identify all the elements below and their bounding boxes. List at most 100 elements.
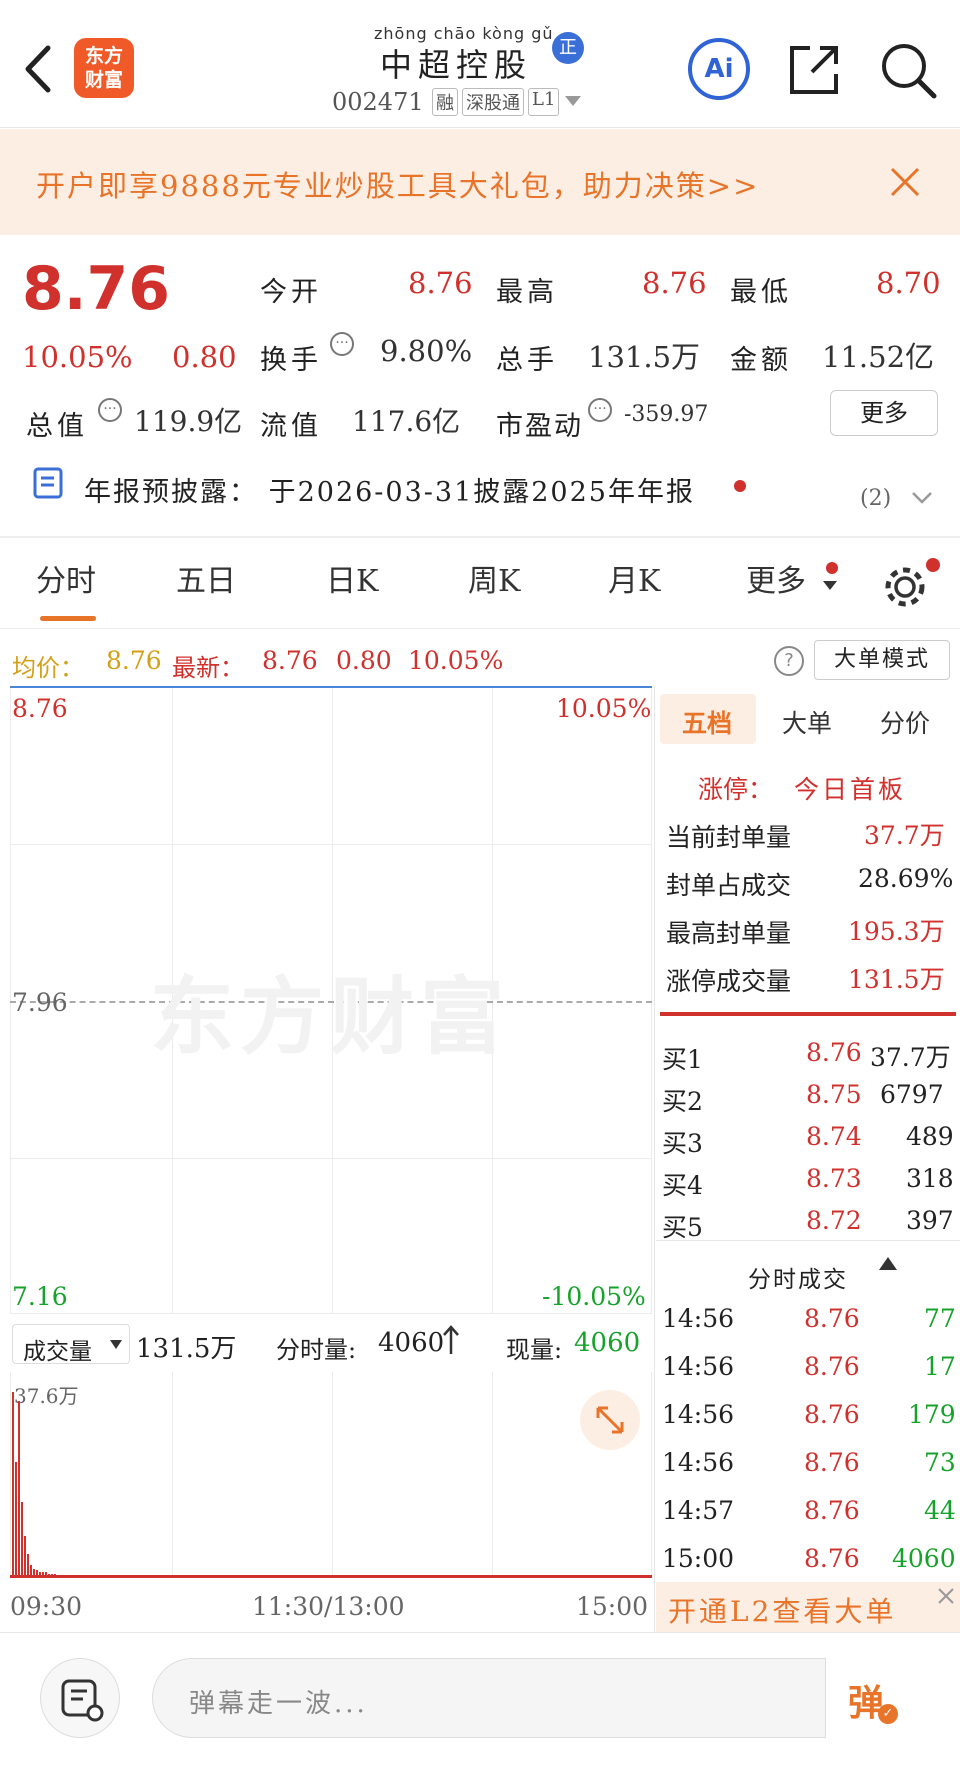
comment-list-button[interactable]	[40, 1658, 120, 1738]
bid-price: 8.76	[806, 1038, 862, 1067]
volume-bar	[12, 1392, 14, 1576]
tab-weekly-k[interactable]: 周K	[468, 556, 520, 600]
bid-label: 买3	[662, 1129, 703, 1158]
float-value: 117.6亿	[352, 405, 461, 438]
bid-volume: 318	[906, 1164, 954, 1193]
volume-total: 131.5万	[136, 1334, 237, 1364]
trade-price: 8.76	[804, 1352, 860, 1381]
tab-five-day[interactable]: 五日	[176, 556, 236, 600]
amount-label: 金额	[730, 345, 792, 376]
settings-gear-icon[interactable]	[880, 562, 930, 612]
trades-title[interactable]: 分时成交	[748, 1260, 848, 1294]
bid-price: 8.73	[806, 1164, 862, 1193]
bid-label: 买1	[662, 1045, 703, 1074]
caret-down-icon	[110, 1340, 122, 1349]
limit-up-value: 今日首板	[794, 775, 907, 804]
change-percent: 10.05%	[22, 340, 133, 374]
current-volume-value: 4060	[574, 1328, 641, 1358]
search-icon[interactable]	[878, 40, 938, 100]
open-value: 8.76	[408, 266, 473, 300]
back-icon[interactable]	[22, 44, 52, 94]
expand-chart-button[interactable]	[580, 1390, 640, 1450]
divider	[656, 1240, 960, 1241]
notice-text[interactable]: 年报预披露： 于2026-03-31披露2025年年报	[84, 470, 695, 509]
trade-volume: 77	[924, 1304, 956, 1333]
low-value: 8.70	[876, 266, 941, 300]
grid-line	[10, 1158, 652, 1159]
volume-selector[interactable]: 成交量	[12, 1324, 130, 1365]
trade-price: 8.76	[804, 1400, 860, 1429]
l2-upsell-bar[interactable]: 开通L2查看大单	[656, 1582, 960, 1632]
caret-down-icon[interactable]	[563, 92, 583, 112]
volume-value: 131.5万	[588, 340, 701, 374]
grid-line	[10, 844, 652, 845]
open-label: 今开	[260, 277, 322, 308]
help-icon[interactable]: ?	[774, 646, 804, 676]
pe-value: -359.97	[624, 402, 709, 427]
info-icon[interactable]: ···	[588, 398, 612, 422]
promo-banner[interactable]: 开户即享9888元专业炒股工具大礼包，助力决策>>	[0, 129, 960, 235]
caret-up-icon[interactable]	[878, 1256, 898, 1272]
trade-time: 14:57	[662, 1496, 735, 1525]
promo-text: 开户即享9888元专业炒股工具大礼包，助力决策>>	[36, 169, 760, 203]
active-tab-indicator	[40, 616, 96, 621]
amount-value: 11.52亿	[822, 340, 935, 374]
tag-hk-connect: 深股通	[462, 88, 524, 116]
tab-big-orders[interactable]: 大单	[782, 704, 832, 740]
ai-assistant-button[interactable]: Ai	[688, 38, 750, 100]
tab-five-levels[interactable]: 五档	[682, 704, 732, 740]
order-book-divider	[660, 1012, 956, 1016]
tab-price-distribution[interactable]: 分价	[880, 704, 930, 740]
tab-daily-k[interactable]: 日K	[326, 556, 378, 600]
stock-name: 中超控股	[380, 46, 533, 84]
status-badge: 正	[552, 32, 584, 64]
share-icon[interactable]	[786, 42, 842, 98]
document-icon	[33, 467, 63, 499]
tab-monthly-k[interactable]: 月K	[608, 556, 660, 600]
danmu-toggle-button[interactable]: 弹 ✓	[825, 1658, 919, 1738]
volume-bar	[27, 1554, 29, 1576]
avg-price-label: 均价：	[12, 654, 84, 682]
trade-volume: 179	[908, 1400, 956, 1429]
volume-bars	[12, 1392, 652, 1576]
notice-count[interactable]: (2)	[860, 486, 891, 511]
limit-up-label: 涨停：	[698, 775, 774, 804]
danmu-input[interactable]: 弹幕走一波... 弹 ✓	[152, 1658, 919, 1738]
seal-row-label: 最高封单量	[666, 919, 792, 948]
expand-icon	[596, 1406, 624, 1434]
volume-label: 总手	[496, 345, 558, 376]
seal-row-label: 当前封单量	[666, 823, 792, 852]
chevron-down-icon[interactable]	[910, 488, 934, 508]
trade-time: 14:56	[662, 1400, 735, 1429]
volume-baseline	[10, 1575, 652, 1578]
pe-label: 市盈动	[496, 411, 583, 442]
l2-upsell-text: 开通L2查看大单	[668, 1595, 897, 1628]
tab-more[interactable]: 更多	[746, 556, 806, 600]
time-end-label: 15:00	[576, 1592, 649, 1621]
trade-price: 8.76	[804, 1544, 860, 1573]
trade-price: 8.76	[804, 1496, 860, 1525]
tab-intraday[interactable]: 分时	[36, 556, 96, 600]
info-icon[interactable]: ···	[98, 398, 122, 422]
divider	[0, 536, 960, 538]
tag-level: L1	[528, 88, 560, 116]
more-button[interactable]: 更多	[830, 390, 938, 436]
float-label: 流值	[260, 411, 322, 442]
change-amount: 0.80	[172, 340, 237, 374]
seal-row-value: 37.7万	[864, 821, 945, 850]
trade-volume: 17	[924, 1352, 956, 1381]
bid-price: 8.75	[806, 1080, 862, 1109]
seal-row-value: 131.5万	[848, 965, 945, 994]
trade-price: 8.76	[804, 1448, 860, 1477]
close-icon[interactable]	[888, 165, 922, 199]
info-icon[interactable]: ···	[330, 332, 354, 356]
turnover-value: 9.80%	[380, 334, 473, 368]
mktcap-label: 总值	[26, 411, 88, 442]
trade-time: 14:56	[662, 1448, 735, 1477]
big-order-mode-button[interactable]: 大单模式	[814, 640, 950, 680]
y-axis-mid-label: 7.96	[12, 988, 68, 1017]
bid-volume: 397	[906, 1206, 954, 1235]
caret-down-icon[interactable]	[822, 580, 838, 592]
tick-volume-label: 分时量:	[276, 1336, 357, 1364]
close-icon[interactable]	[936, 1586, 956, 1606]
